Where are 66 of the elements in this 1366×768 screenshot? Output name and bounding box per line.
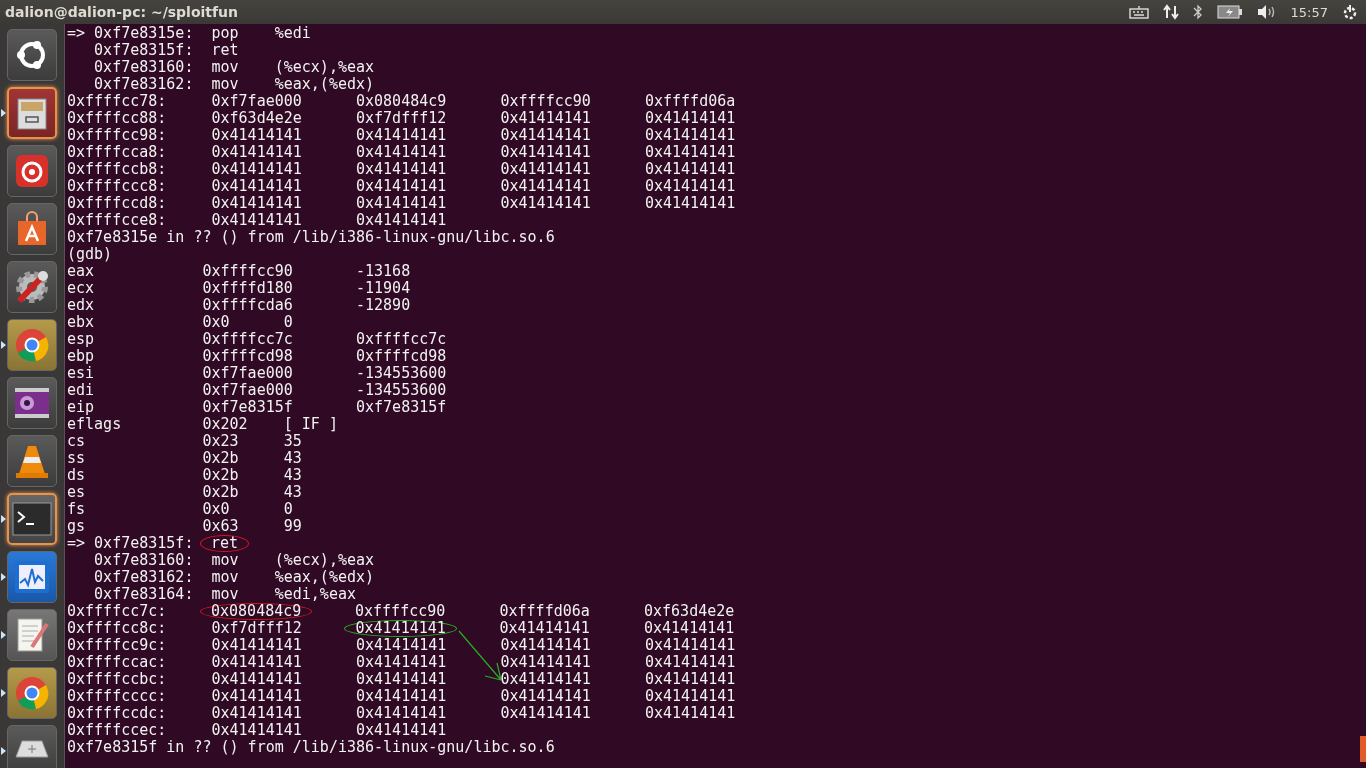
ubuntu-logo-icon[interactable]	[7, 29, 57, 81]
terminal-line: esp 0xffffcc7c 0xffffcc7c	[67, 330, 447, 348]
file-cabinet-icon[interactable]	[7, 87, 57, 139]
terminal-line: fs 0x0 0	[67, 500, 293, 518]
traffic-cone-icon[interactable]	[7, 435, 57, 487]
terminal-line: 0xffffcc88: 0xf63d4e2e 0xf7dfff12 0x41414141 0x41414141	[67, 109, 736, 127]
music-app-icon[interactable]	[7, 145, 57, 197]
terminal-line: 0xf7e8315f in ?? () from /lib/i386-linux-gnu/libc.so.6	[67, 738, 555, 756]
terminal-line: => 0xf7e8315f:	[67, 534, 195, 552]
terminal-line: 0xf7e83160: mov (%ecx),%eax	[93, 551, 375, 569]
terminal-line: 0xffffccbc: 0x41414141 0x41414141 0x41414141 0x41414141	[67, 670, 736, 688]
terminal-line: 0xffffcca8: 0x41414141 0x41414141 0x41414141 0x41414141	[67, 143, 736, 161]
terminal-line: 0x41414141 0x41414141	[498, 619, 735, 637]
terminal-line: 0xf7e8315e in ?? () from /lib/i386-linux-gnu/libc.so.6	[67, 228, 555, 246]
gear-wrench-icon[interactable]	[7, 261, 57, 313]
terminal-line: 0xffffccb8: 0x41414141 0x41414141 0x41414141 0x41414141	[67, 160, 736, 178]
terminal-line: 0xffffcc8c: 0xf7dfff12	[67, 619, 303, 637]
terminal-line: edx 0xffffcda6 -12890	[67, 296, 411, 314]
terminal-line: 0xffffcc9c: 0x41414141 0x41414141 0x41414141 0x41414141	[67, 636, 736, 654]
power-icon[interactable]	[1342, 4, 1358, 20]
terminal-line: eflags 0x202 [ IF ]	[67, 415, 338, 433]
browser-icon[interactable]	[7, 667, 57, 719]
window-title: dalion@dalion-pc: ~/sploitfun	[5, 4, 239, 20]
shopping-bag-icon[interactable]	[7, 203, 57, 255]
terminal-icon[interactable]	[7, 493, 57, 545]
camera-icon[interactable]	[7, 377, 57, 429]
terminal-line: => 0xf7e8315e: pop %edi	[67, 24, 311, 42]
terminal-line: 0xffffcc90 0xffffd06a 0xf63d4e2e	[354, 602, 735, 620]
terminal-line: 0xffffccd8: 0x41414141 0x41414141 0x41414141 0x41414141	[67, 194, 736, 212]
terminal-line: 0xffffccac: 0x41414141 0x41414141 0x41414141 0x41414141	[67, 653, 736, 671]
terminal-line: 0xffffcce8: 0x41414141 0x41414141	[67, 211, 447, 229]
terminal-line: ss 0x2b 43	[67, 449, 302, 467]
terminal-line: 0xffffccdc: 0x41414141 0x41414141 0x41414141 0x41414141	[67, 704, 736, 722]
battery-icon[interactable]	[1216, 5, 1243, 19]
terminal-line: 0xf7e8315f: ret	[93, 41, 239, 59]
bluetooth-icon[interactable]	[1192, 4, 1203, 20]
terminal-line: 0xf7e83164: mov %edi,%eax	[93, 585, 356, 603]
terminal-line: 0xf7e83162: mov %eax,(%edx)	[93, 568, 375, 586]
browser-icon[interactable]	[7, 319, 57, 371]
terminal-line: (gdb)	[67, 245, 113, 263]
terminal-line: esi 0xf7fae000 -134553600	[67, 364, 447, 382]
system-monitor-icon[interactable]	[7, 551, 57, 603]
network-icon[interactable]	[1162, 4, 1179, 20]
clock-text[interactable]: 15:57	[1290, 4, 1328, 20]
terminal-line: cs 0x23 35	[67, 432, 302, 450]
terminal-line: 0xffffccc8: 0x41414141 0x41414141 0x41414141 0x41414141	[67, 177, 736, 195]
terminal-line: 0xf7e83162: mov %eax,(%edx)	[93, 75, 375, 93]
terminal-line: ebp 0xffffcd98 0xffffcd98	[67, 347, 447, 365]
keyboard-icon[interactable]	[1128, 5, 1149, 19]
terminal-line: eip 0xf7e8315f 0xf7e8315f	[67, 398, 447, 416]
terminal-line: 0xffffcc7c:	[67, 602, 168, 620]
terminal-line: 0xffffcccc: 0x41414141 0x41414141 0x41414141 0x41414141	[67, 687, 736, 705]
terminal-line: edi 0xf7fae000 -134553600	[67, 381, 447, 399]
terminal-line: 0xf7e83160: mov (%ecx),%eax	[93, 58, 375, 76]
text-editor-icon[interactable]	[7, 609, 57, 661]
terminal-line: gs 0x63 99	[67, 517, 302, 535]
terminal-line: ds 0x2b 43	[67, 466, 302, 484]
terminal-line: eax 0xffffcc90 -13168	[67, 262, 411, 280]
terminal-line: 0xffffccec: 0x41414141 0x41414141	[67, 721, 447, 739]
terminal-line: ebx 0x0 0	[67, 313, 293, 331]
volume-icon[interactable]	[1256, 4, 1277, 20]
terminal-line: ecx 0xffffd180 -11904	[67, 279, 411, 297]
drive-icon[interactable]	[7, 725, 57, 768]
terminal-line: es 0x2b 43	[67, 483, 302, 501]
terminal-line: 0xffffcc78: 0xf7fae000 0x080484c9 0xffffcc90 0xffffd06a	[67, 92, 736, 110]
terminal-line: 0xffffcc98: 0x41414141 0x41414141 0x41414141 0x41414141	[67, 126, 736, 144]
